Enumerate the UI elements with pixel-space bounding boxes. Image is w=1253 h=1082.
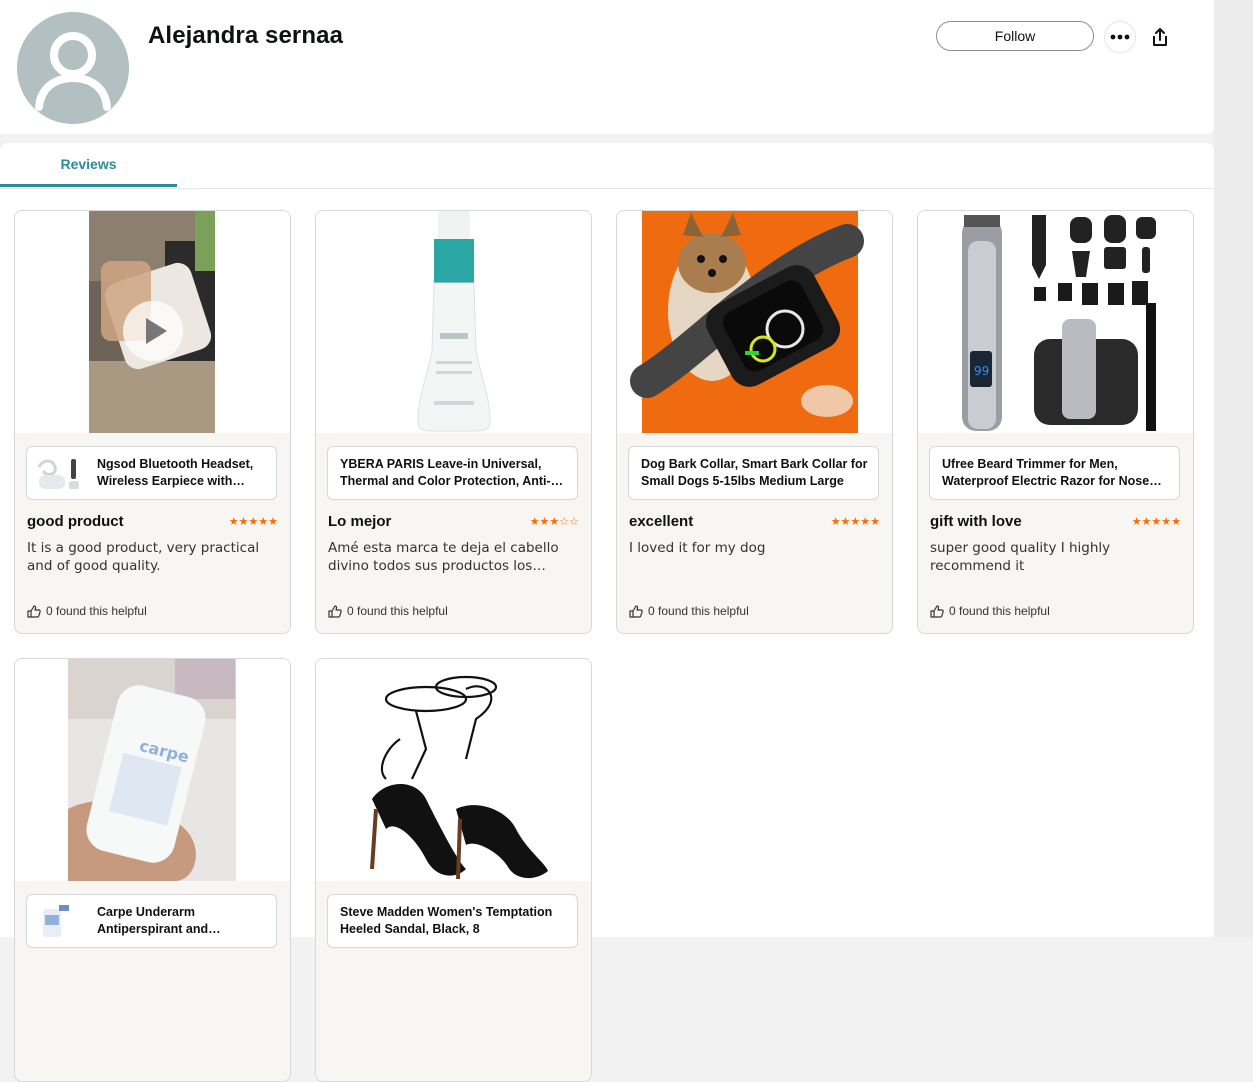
thumbs-up-icon [27, 604, 41, 618]
review-body: I loved it for my dog [629, 540, 766, 556]
product-title: Steve Madden Women's Temptation Heeled S… [340, 905, 553, 936]
svg-text:99: 99 [974, 364, 989, 378]
product-title: Ufree Beard Trimmer for Men, Waterproof … [942, 457, 1150, 488]
page-edge [1214, 0, 1253, 937]
thumbs-up-icon [930, 604, 944, 618]
review-video-thumbnail[interactable] [15, 211, 290, 441]
review-title: gift with love [930, 513, 1022, 530]
product-image [316, 211, 591, 433]
review-card[interactable]: Ngsod Bluetooth Headset, Wireless Earpie… [14, 210, 291, 634]
helpful-button[interactable]: 0 found this helpful [930, 604, 1050, 618]
review-body: Amé esta marca te deja el cabello divino… [328, 540, 559, 574]
review-card[interactable]: YBERA PARIS Leave-in Universal, Thermal … [315, 210, 592, 634]
thumbs-up-icon [629, 604, 643, 618]
product-image [617, 211, 892, 433]
review-body: It is a good product, very practical and… [27, 540, 260, 574]
profile-header: Alejandra sernaa Follow [0, 0, 1214, 134]
star-rating: ★★★☆☆ [529, 515, 579, 528]
review-card[interactable]: Dog Bark Collar, Smart Bark Collar for S… [616, 210, 893, 634]
product-title: YBERA PARIS Leave-in Universal, Thermal … [340, 457, 551, 488]
helpful-count: 0 found this helpful [648, 604, 749, 618]
product-chip[interactable]: Ufree Beard Trimmer for Men, Waterproof … [929, 446, 1180, 500]
product-image [316, 659, 591, 881]
review-card[interactable]: 99 Ufree Beard Trimmer for Men, Waterpro… [917, 210, 1194, 634]
star-rating: ★★★★★ [228, 515, 278, 528]
product-thumbnail [33, 453, 85, 493]
review-card[interactable]: carpe Carpe Underarm Antiperspirant and … [14, 658, 291, 1082]
product-title: Ngsod Bluetooth Headset, Wireless Earpie… [97, 457, 254, 488]
product-title: Dog Bark Collar, Smart Bark Collar for S… [641, 457, 868, 488]
user-avatar-icon [17, 12, 129, 124]
product-chip[interactable]: Carpe Underarm Antiperspirant and Deodor… [26, 894, 277, 948]
product-chip[interactable]: Steve Madden Women's Temptation Heeled S… [327, 894, 578, 948]
share-icon [1153, 28, 1167, 46]
tab-reviews[interactable]: Reviews [0, 143, 177, 187]
thumbs-up-icon [328, 604, 342, 618]
product-chip[interactable]: Dog Bark Collar, Smart Bark Collar for S… [628, 446, 879, 500]
tab-bar: Reviews [0, 143, 1214, 189]
product-image: 99 [918, 211, 1193, 433]
review-card[interactable]: Steve Madden Women's Temptation Heeled S… [315, 658, 592, 1082]
helpful-count: 0 found this helpful [949, 604, 1050, 618]
product-thumbnail [33, 901, 85, 941]
more-options-button[interactable] [1104, 21, 1136, 53]
product-title: Carpe Underarm Antiperspirant and Deodor… [97, 905, 209, 936]
review-title: good product [27, 513, 124, 530]
helpful-count: 0 found this helpful [46, 604, 147, 618]
follow-button[interactable]: Follow [936, 21, 1094, 51]
star-rating: ★★★★★ [830, 515, 880, 528]
helpful-button[interactable]: 0 found this helpful [27, 604, 147, 618]
product-chip[interactable]: Ngsod Bluetooth Headset, Wireless Earpie… [26, 446, 277, 500]
review-photo[interactable]: carpe [15, 659, 290, 881]
review-title: excellent [629, 513, 694, 530]
helpful-count: 0 found this helpful [347, 604, 448, 618]
helpful-button[interactable]: 0 found this helpful [328, 604, 448, 618]
share-button[interactable] [1144, 21, 1176, 53]
reviews-panel: Reviews Ngsod Bluetooth Headset, Wireles… [0, 143, 1214, 1082]
more-options-icon [1110, 34, 1130, 40]
review-title: Lo mejor [328, 513, 392, 530]
helpful-button[interactable]: 0 found this helpful [629, 604, 749, 618]
product-chip[interactable]: YBERA PARIS Leave-in Universal, Thermal … [327, 446, 578, 500]
profile-name: Alejandra sernaa [148, 22, 344, 49]
review-body: super good quality I highly recommend it [930, 540, 1111, 574]
star-rating: ★★★★★ [1131, 515, 1181, 528]
